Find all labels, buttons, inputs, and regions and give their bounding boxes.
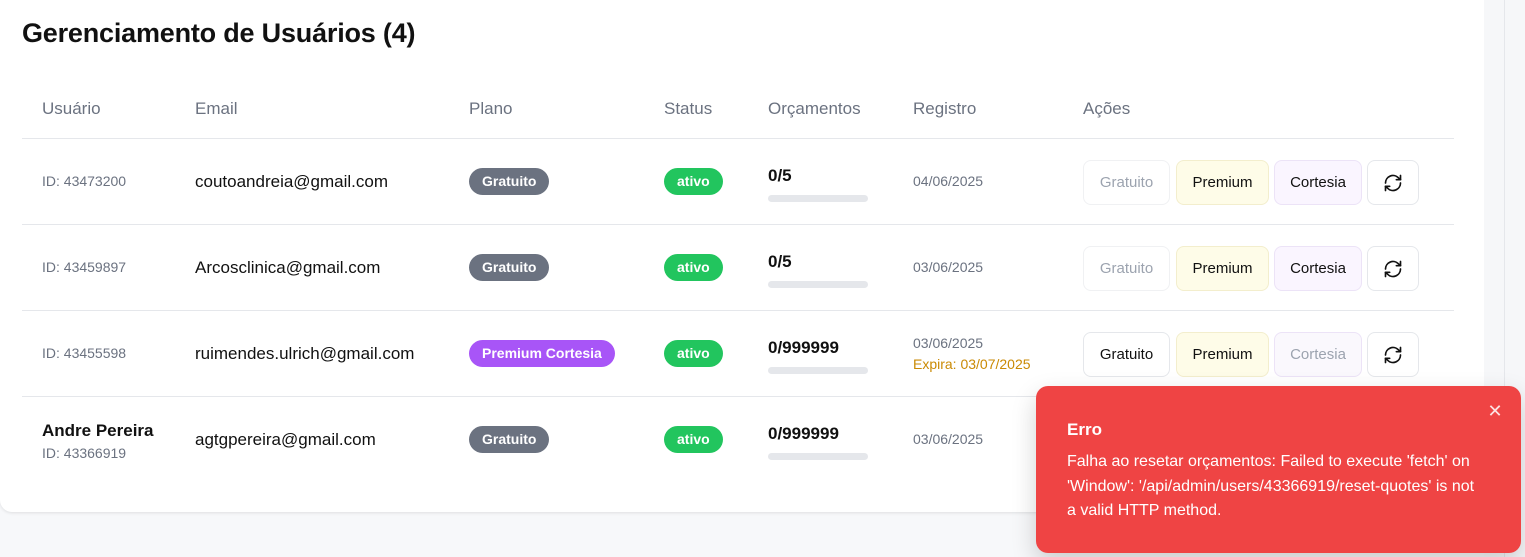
page-title: Gerenciamento de Usuários (4): [22, 18, 416, 48]
table-row: ID: 43473200 coutoandreia@gmail.com Grat…: [22, 139, 1454, 225]
user-name: Andre Pereira: [42, 421, 154, 440]
plan-badge: Gratuito: [469, 168, 550, 195]
user-id: ID: 43459897: [42, 259, 127, 275]
set-free-button[interactable]: Gratuito: [1083, 246, 1170, 291]
header-quotes: Orçamentos: [768, 99, 861, 118]
registered-date: 04/06/2025: [913, 173, 984, 189]
toast-title: Erro: [1067, 420, 1102, 439]
quota-progress-bar: [768, 453, 868, 460]
plan-badge: Premium Cortesia: [469, 340, 615, 367]
registered-date: 03/06/2025: [913, 259, 984, 275]
quota-progress-bar: [768, 281, 868, 288]
error-toast: ✕ Erro Falha ao resetar orçamentos: Fail…: [1036, 386, 1521, 553]
table-row: ID: 43455598 ruimendes.ulrich@gmail.com …: [22, 311, 1454, 397]
plan-badge: Gratuito: [469, 254, 550, 281]
user-email: coutoandreia@gmail.com: [195, 172, 389, 191]
toast-message: Falha ao resetar orçamentos: Failed to e…: [1067, 453, 1475, 519]
user-email: ruimendes.ulrich@gmail.com: [195, 344, 415, 363]
table-row: ID: 43459897 Arcosclinica@gmail.com Grat…: [22, 225, 1454, 311]
refresh-icon: [1384, 174, 1402, 191]
quota-value: 0/5: [768, 252, 792, 271]
quota-value: 0/999999: [768, 338, 839, 357]
reset-quotes-button[interactable]: [1367, 160, 1419, 205]
set-premium-button[interactable]: Premium: [1176, 160, 1269, 205]
header-registered: Registro: [913, 99, 977, 118]
expiration-date: Expira: 03/07/2025: [913, 356, 1031, 372]
status-badge: ativo: [664, 426, 723, 453]
user-id: ID: 43455598: [42, 345, 127, 361]
quota-value: 0/999999: [768, 424, 839, 443]
quota-cell: 0/5: [768, 166, 868, 206]
user-id: ID: 43473200: [42, 173, 127, 189]
close-icon[interactable]: ✕: [1486, 402, 1504, 420]
header-actions: Ações: [1083, 99, 1131, 118]
status-badge: ativo: [664, 340, 723, 367]
header-email: Email: [195, 99, 238, 118]
registered-date: 03/06/2025: [913, 335, 984, 351]
set-courtesy-button[interactable]: Cortesia: [1274, 246, 1362, 291]
quota-cell: 0/999999: [768, 338, 878, 378]
refresh-icon: [1384, 346, 1402, 363]
set-premium-button[interactable]: Premium: [1176, 246, 1269, 291]
header-user: Usuário: [42, 99, 101, 118]
set-premium-button[interactable]: Premium: [1176, 332, 1269, 377]
quota-progress-bar: [768, 195, 868, 202]
quota-progress-bar: [768, 367, 868, 374]
set-courtesy-button[interactable]: Cortesia: [1274, 332, 1362, 377]
reset-quotes-button[interactable]: [1367, 332, 1419, 377]
status-badge: ativo: [664, 254, 723, 281]
set-free-button[interactable]: Gratuito: [1083, 160, 1170, 205]
status-badge: ativo: [664, 168, 723, 195]
plan-badge: Gratuito: [469, 426, 550, 453]
header-status: Status: [664, 99, 713, 118]
quota-cell: 0/999999: [768, 424, 878, 464]
header-plan: Plano: [469, 99, 513, 118]
set-courtesy-button[interactable]: Cortesia: [1274, 160, 1362, 205]
refresh-icon: [1384, 260, 1402, 277]
user-id: ID: 43366919: [42, 445, 127, 461]
registered-date: 03/06/2025: [913, 431, 984, 447]
user-email: Arcosclinica@gmail.com: [195, 258, 381, 277]
quota-cell: 0/5: [768, 252, 868, 292]
set-free-button[interactable]: Gratuito: [1083, 332, 1170, 377]
table-header: Usuário Email Plano Status Orçamentos Re…: [22, 90, 1454, 139]
reset-quotes-button[interactable]: [1367, 246, 1419, 291]
quota-value: 0/5: [768, 166, 792, 185]
user-email: agtgpereira@gmail.com: [195, 430, 376, 449]
